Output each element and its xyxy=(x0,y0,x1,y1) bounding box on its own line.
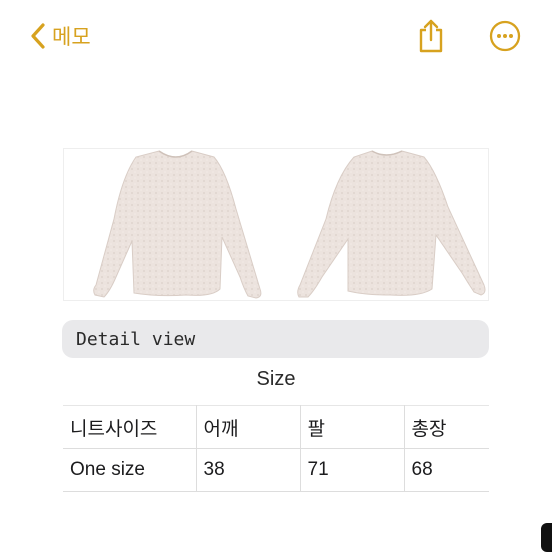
table-cell: 68 xyxy=(404,448,489,492)
ellipsis-circle-icon xyxy=(489,20,521,52)
detail-view-text: Detail view xyxy=(76,328,196,350)
table-cell: 38 xyxy=(196,448,301,492)
size-title: Size xyxy=(256,368,296,390)
chevron-left-icon xyxy=(31,23,45,49)
sweater-image xyxy=(93,150,486,299)
table-cell: 니트사이즈 xyxy=(63,405,197,449)
table-cell: 팔 xyxy=(300,405,405,449)
sweater-front-view xyxy=(93,150,262,299)
table-cell: 총장 xyxy=(404,405,489,449)
sweater-back-view xyxy=(297,150,486,298)
product-photo[interactable] xyxy=(63,148,489,301)
screen-edge-marker xyxy=(541,523,552,552)
size-table: 니트사이즈 어깨 팔 총장 One size 38 71 68 xyxy=(63,405,489,492)
table-cell: 어깨 xyxy=(196,405,301,449)
table-cell: One size xyxy=(63,448,197,492)
navigation-bar: 메모 xyxy=(0,0,552,70)
more-options-button[interactable] xyxy=(489,20,521,52)
table-cell: 71 xyxy=(300,448,405,492)
share-button[interactable] xyxy=(416,18,446,54)
back-button[interactable]: 메모 xyxy=(30,20,91,52)
detail-view-block: Detail view xyxy=(62,320,489,358)
back-label: 메모 xyxy=(52,25,91,49)
share-icon xyxy=(419,19,443,53)
table-row: One size 38 71 68 xyxy=(63,448,489,492)
table-header-row: 니트사이즈 어깨 팔 총장 xyxy=(63,405,489,449)
